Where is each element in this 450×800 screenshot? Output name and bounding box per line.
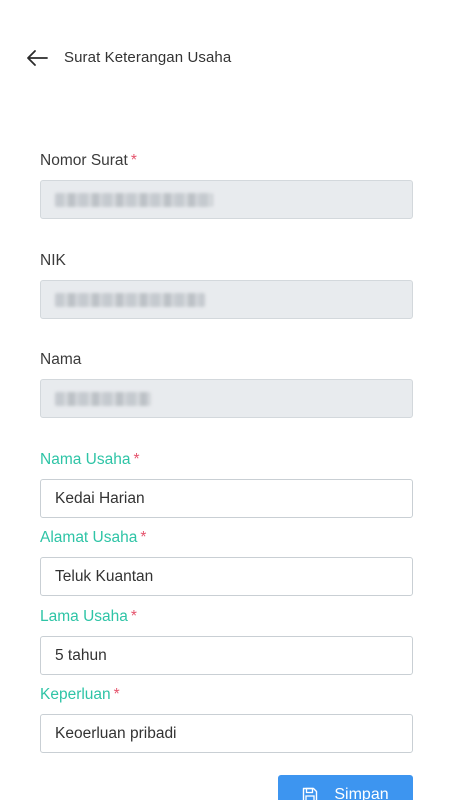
alamat-usaha-input[interactable]: Teluk Kuantan [40,557,413,596]
keperluan-field: Keperluan * Keoerluan pribadi [40,684,413,753]
lama-usaha-field: Lama Usaha * 5 tahun [40,606,413,675]
keperluan-label: Keperluan * [40,686,120,703]
save-button[interactable]: Simpan [278,775,413,800]
nama-label: Nama [40,351,82,368]
nik-input [40,280,413,319]
required-marker: * [130,608,137,625]
alamat-usaha-label: Alamat Usaha * [40,529,147,546]
alamat-usaha-field: Alamat Usaha * Teluk Kuantan [40,527,413,596]
required-marker: * [113,686,120,703]
nama-usaha-input[interactable]: Kedai Harian [40,479,413,518]
redacted-value [55,292,205,307]
keperluan-input[interactable]: Keoerluan pribadi [40,714,413,753]
redacted-value [55,192,213,207]
nik-label: NIK [40,252,66,269]
required-marker: * [140,529,147,546]
nama-usaha-field: Nama Usaha * Kedai Harian [40,449,413,518]
arrow-left-icon [27,50,48,66]
nama-input [40,379,413,418]
page-title: Surat Keterangan Usaha [64,49,232,66]
save-button-label: Simpan [334,786,389,800]
back-button[interactable] [22,46,52,70]
nama-field: Nama [40,349,413,418]
redacted-value [55,391,151,406]
nomor-surat-label: Nomor Surat * [40,152,137,169]
floppy-disk-icon [303,787,318,800]
app-screen: Surat Keterangan Usaha Nomor Surat * NIK … [0,0,450,800]
required-marker: * [130,152,137,169]
lama-usaha-label: Lama Usaha * [40,608,137,625]
nomor-surat-input [40,180,413,219]
required-marker: * [133,451,140,468]
nomor-surat-field: Nomor Surat * [40,150,413,219]
lama-usaha-input[interactable]: 5 tahun [40,636,413,675]
nik-field: NIK [40,250,413,319]
nama-usaha-label: Nama Usaha * [40,451,140,468]
app-header: Surat Keterangan Usaha [0,38,450,78]
